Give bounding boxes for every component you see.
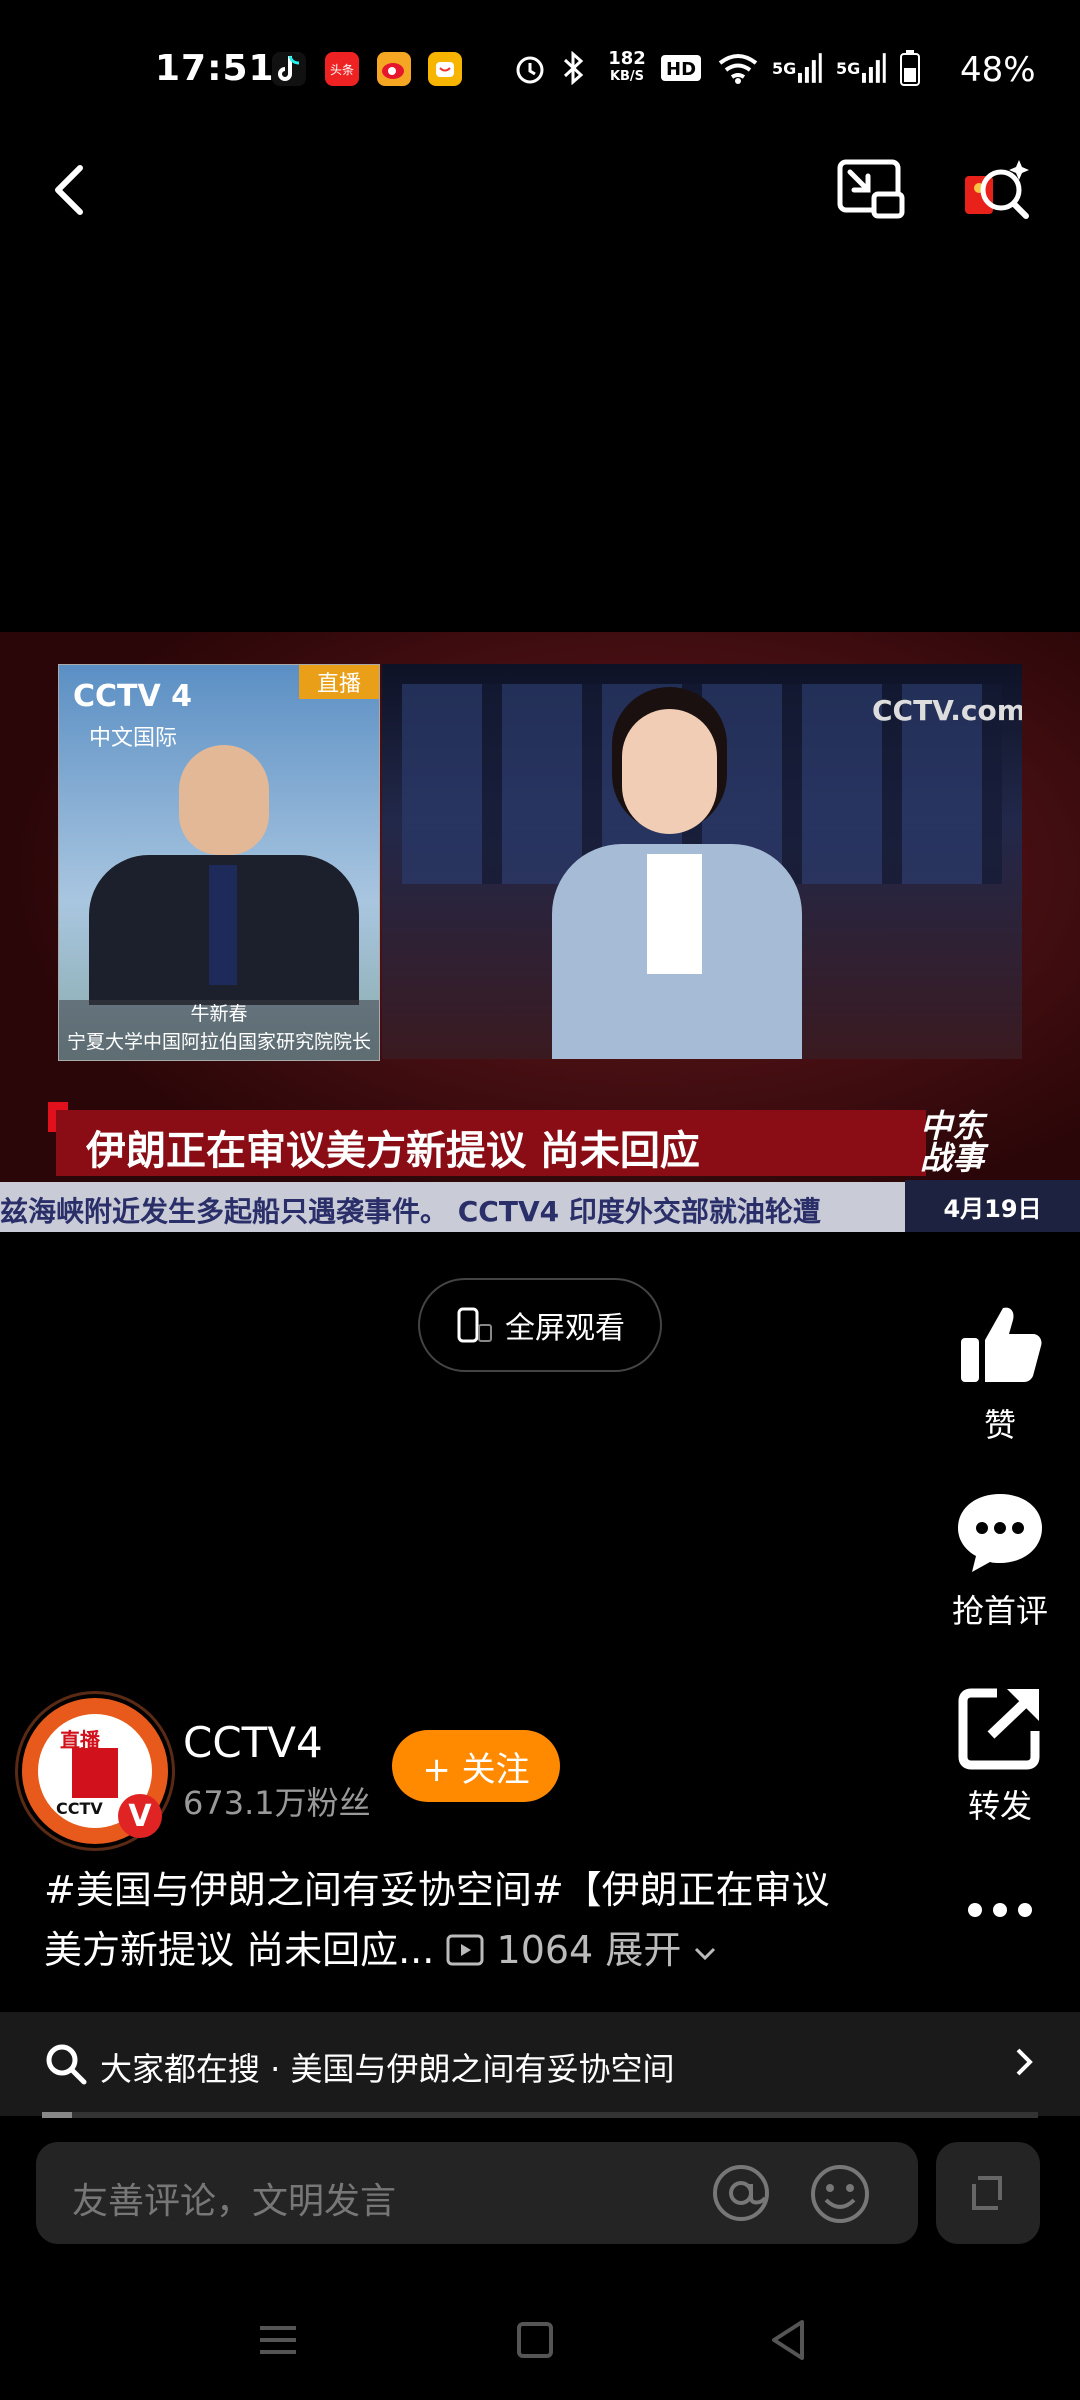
chevron-right-icon <box>1010 2042 1040 2091</box>
chevron-left-icon <box>55 165 83 215</box>
fullscreen-label: 全屏观看 <box>505 1311 625 1346</box>
live-tag: 直播 <box>299 665 379 699</box>
guest-name: 牛新春 <box>190 1003 248 1025</box>
guest-inset: CCTV 4 中文国际 直播 牛新春 宁夏大学中国阿拉伯国家研究院院长 <box>58 664 380 1061</box>
red-packet-search-button[interactable] <box>955 150 1035 230</box>
fullscreen-button[interactable]: 全屏观看 <box>418 1278 662 1372</box>
signal-icon-2: 5G <box>836 50 886 86</box>
hd-icon: HD <box>660 50 702 86</box>
battery-icon <box>896 50 924 86</box>
video-progress-fill <box>42 2112 72 2118</box>
back-triangle-icon <box>772 2320 804 2360</box>
comment-button[interactable]: 抢首评 <box>940 1490 1060 1632</box>
share-label: 转发 <box>967 1787 1032 1825</box>
picture-in-picture-button[interactable] <box>830 150 910 230</box>
comment-input[interactable]: 友善评论，文明发言 <box>36 2142 918 2244</box>
thumbs-up-icon <box>961 1307 1042 1382</box>
bluetooth-icon <box>558 50 588 86</box>
menu-icon <box>260 2326 296 2354</box>
toutiao-icon: 头条 <box>325 52 359 86</box>
weibo-icon <box>377 52 411 86</box>
more-dots-icon <box>968 1903 1032 1917</box>
anchor-head <box>622 709 717 834</box>
cctv-com-logo: CCTV.com <box>872 694 1022 727</box>
nav-home-button[interactable] <box>505 2310 565 2370</box>
verified-badge: V <box>118 1794 162 1838</box>
app-icon <box>428 52 462 86</box>
red-packet-icon <box>965 160 1029 219</box>
search-icon <box>46 2044 87 2085</box>
avatar-mark <box>72 1748 118 1798</box>
ticker-date: 4月19日 <box>905 1180 1080 1232</box>
video-player[interactable]: CCTV 4 中文国际 直播 牛新春 宁夏大学中国阿拉伯国家研究院院长 CCTV… <box>0 632 1080 1232</box>
headline-text: 伊朗正在审议美方新提议 尚未回应 <box>86 1128 700 1174</box>
guest-head <box>179 745 269 855</box>
share-button[interactable]: 转发 <box>940 1685 1060 1827</box>
status-time: 17:51 <box>155 48 275 89</box>
status-bar: 17:51 头条 182 KB/S HD 5G 5G 48% <box>0 0 1080 140</box>
emoji-icon[interactable] <box>808 2162 872 2226</box>
play-count: 1064 <box>496 1928 594 1972</box>
author-avatar[interactable]: 直播 CCTV V <box>22 1698 168 1844</box>
author-fans: 673.1万粉丝 <box>183 1784 371 1822</box>
more-options-button[interactable] <box>950 1880 1050 1940</box>
back-button[interactable] <box>40 150 110 230</box>
network-speed: 182 KB/S <box>608 48 646 85</box>
corner-tag: 中东 战事 <box>920 1107 985 1177</box>
home-square-icon <box>517 2322 553 2358</box>
search-suggestion-text: 大家都在搜 · 美国与伊朗之间有妥协空间 <box>100 2050 675 2088</box>
cctv4-logo: CCTV 4 <box>73 679 193 714</box>
follow-button[interactable]: + 关注 <box>392 1730 560 1802</box>
avatar-cctv-text: CCTV <box>56 1799 103 1818</box>
channel-subtitle: 中文国际 <box>89 726 178 751</box>
caption-meta: 1064 展开 <box>446 1928 717 1972</box>
guest-tie <box>209 865 237 985</box>
expand-comments-button[interactable] <box>936 2142 1040 2244</box>
author-name[interactable]: CCTV4 <box>183 1718 323 1767</box>
like-label: 赞 <box>983 1406 1016 1444</box>
tiktok-icon <box>272 52 306 86</box>
studio-view: CCTV.com <box>382 664 1022 1059</box>
svg-text:HD: HD <box>666 59 696 80</box>
alarm-icon <box>512 50 548 86</box>
headline-bar: 伊朗正在审议美方新提议 尚未回应 <box>56 1110 926 1176</box>
pip-icon <box>837 159 905 219</box>
share-icon <box>958 1688 1040 1770</box>
ticker-text: 兹海峡附近发生多起船只遇袭事件。 CCTV4 印度外交部就油轮遭 <box>0 1195 821 1228</box>
signal-icon: 5G <box>772 50 822 86</box>
anchor-shirt <box>647 854 702 974</box>
expand-link[interactable]: 展开 <box>605 1928 681 1972</box>
like-button[interactable]: 赞 <box>940 1300 1060 1446</box>
comment-placeholder: 友善评论，文明发言 <box>72 2181 397 2222</box>
comment-label: 抢首评 <box>951 1592 1048 1630</box>
play-count-icon <box>446 1934 484 1966</box>
chevron-down-icon <box>695 1947 716 1961</box>
nav-back-button[interactable] <box>760 2310 820 2370</box>
guest-caption: 牛新春 宁夏大学中国阿拉伯国家研究院院长 <box>59 1000 379 1060</box>
at-mention-icon[interactable] <box>710 2162 772 2224</box>
search-suggestion-bar[interactable]: 大家都在搜 · 美国与伊朗之间有妥协空间 <box>0 2012 1080 2116</box>
rotate-phone-icon <box>457 1307 492 1343</box>
wifi-icon <box>716 50 760 86</box>
comment-bubble-icon <box>958 1494 1042 1572</box>
expand-icon <box>972 2176 1002 2210</box>
guest-title: 宁夏大学中国阿拉伯国家研究院院长 <box>66 1031 371 1053</box>
nav-menu-button[interactable] <box>248 2310 308 2370</box>
video-caption[interactable]: #美国与伊朗之间有妥协空间#【伊朗正在审议美方新提议 尚未回应... 1064 … <box>44 1860 844 1980</box>
battery-percent: 48% <box>960 50 1036 90</box>
video-progress-track[interactable] <box>42 2112 1038 2118</box>
